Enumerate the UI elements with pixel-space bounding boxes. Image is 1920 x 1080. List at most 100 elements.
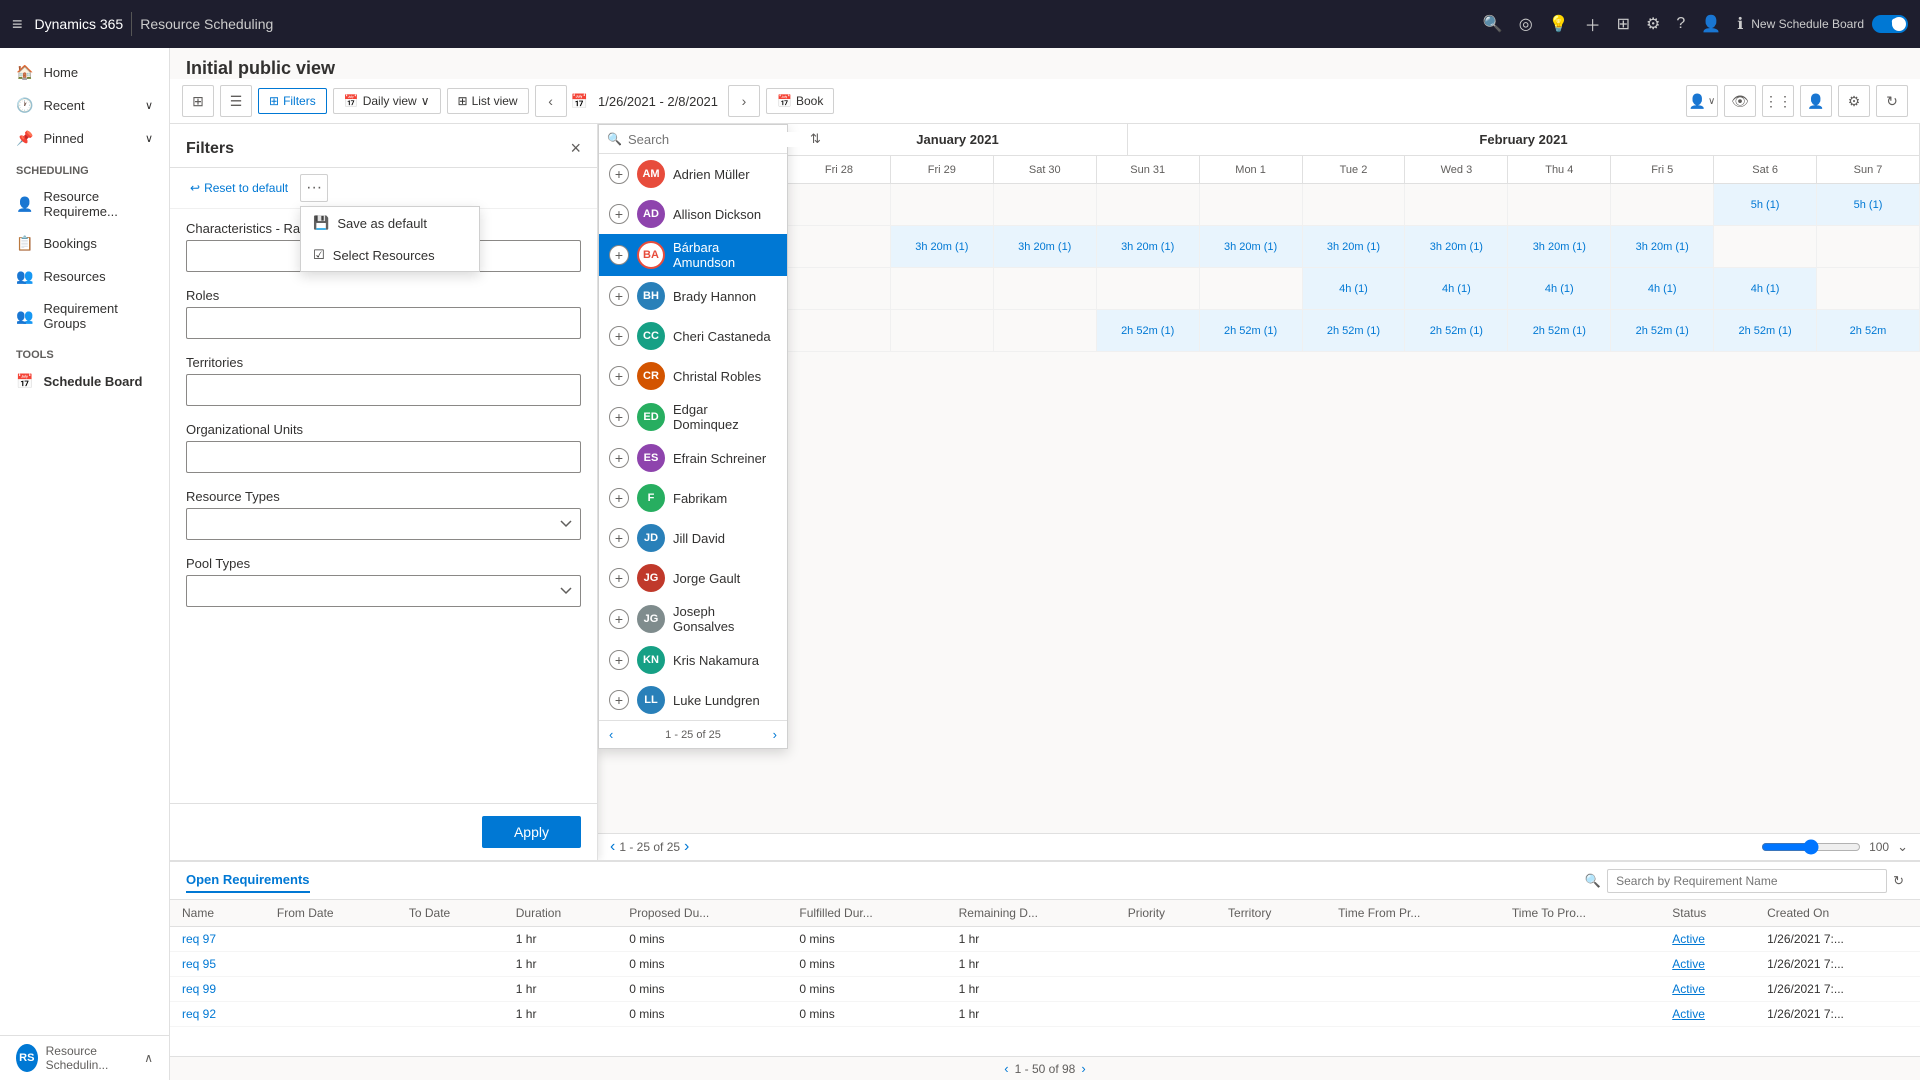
expand-icon[interactable]: ⌄ <box>1897 839 1908 855</box>
grid-cell[interactable]: 2h 52m (1) <box>1097 310 1200 351</box>
sidebar-item-requirement-groups[interactable]: 👥 Requirement Groups <box>0 293 169 339</box>
grid-cell[interactable]: 2h 52m (1) <box>1303 310 1406 351</box>
search-icon[interactable]: 🔍 <box>1483 14 1503 34</box>
req-refresh-icon[interactable]: ↻ <box>1893 873 1904 889</box>
grid-cell[interactable]: 3h 20m (1) <box>1200 226 1303 267</box>
org-units-input[interactable] <box>186 441 581 473</box>
resource-list-item[interactable]: +EDEdgar Dominquez <box>599 396 787 438</box>
sidebar-item-home[interactable]: 🏠 Home <box>0 56 169 89</box>
settings-icon-btn[interactable]: ⚙ <box>1838 85 1870 117</box>
resource-add-button[interactable]: + <box>609 407 629 427</box>
grid-cell[interactable]: 2h 52m (1) <box>1508 310 1611 351</box>
resource-icon-btn[interactable]: 👤 ∨ <box>1686 85 1718 117</box>
resource-list-item[interactable]: +CRChristal Robles <box>599 356 787 396</box>
resource-add-button[interactable]: + <box>609 164 629 184</box>
next-date-button[interactable]: › <box>728 85 760 117</box>
grid-cell[interactable]: 4h (1) <box>1303 268 1406 309</box>
refresh-icon-btn[interactable]: ↻ <box>1876 85 1908 117</box>
new-schedule-board-toggle[interactable]: ℹ New Schedule Board On <box>1737 14 1908 34</box>
territories-input[interactable] <box>186 374 581 406</box>
grid-cell[interactable]: 5h (1) <box>1817 184 1920 225</box>
resource-list-item[interactable]: +LLLuke Lundgren <box>599 680 787 720</box>
pool-types-select[interactable] <box>186 575 581 607</box>
resource-types-select[interactable] <box>186 508 581 540</box>
grid-cell[interactable]: 2h 52m <box>1817 310 1920 351</box>
grid-cell[interactable]: 2h 52m (1) <box>1200 310 1303 351</box>
select-resources-item[interactable]: ☑ Select Resources <box>301 239 479 271</box>
list-view-button[interactable]: ⊞ List view <box>447 88 529 114</box>
grid-cell[interactable]: 3h 20m (1) <box>994 226 1097 267</box>
resource-list-item[interactable]: +ESEfrain Schreiner <box>599 438 787 478</box>
req-prev-icon[interactable]: ‹ <box>1004 1061 1008 1076</box>
daily-view-button[interactable]: 📅 Daily view ∨ <box>333 88 441 114</box>
hamburger-icon[interactable]: ≡ <box>12 14 23 35</box>
eye-icon-btn[interactable]: 👁 <box>1724 85 1756 117</box>
resource-add-button[interactable]: + <box>609 690 629 710</box>
req-next-icon[interactable]: › <box>1081 1061 1085 1076</box>
resource-add-button[interactable]: + <box>609 609 629 629</box>
resource-add-button[interactable]: + <box>609 488 629 508</box>
sidebar-item-resources[interactable]: 👥 Resources <box>0 260 169 293</box>
grid-cell[interactable]: 2h 52m (1) <box>1611 310 1714 351</box>
grid-cell[interactable]: 3h 20m (1) <box>1611 226 1714 267</box>
sidebar-item-recent[interactable]: 🕐 Recent ∨ <box>0 89 169 122</box>
settings-icon[interactable]: ⚙ <box>1646 14 1660 34</box>
sidebar-bottom-chevron-icon[interactable]: ∧ <box>144 1051 153 1065</box>
open-requirements-tab[interactable]: Open Requirements <box>186 868 310 893</box>
status-badge[interactable]: Active <box>1672 1007 1705 1021</box>
grid-cell[interactable]: 4h (1) <box>1405 268 1508 309</box>
grid-view-button[interactable]: ⊞ <box>182 85 214 117</box>
target-icon[interactable]: ◎ <box>1519 14 1533 34</box>
schedule-board-toggle-switch[interactable]: On <box>1872 15 1908 33</box>
grid-cell[interactable]: 5h (1) <box>1714 184 1817 225</box>
reset-to-default-button[interactable]: ↩ Reset to default <box>186 177 292 199</box>
sidebar-item-pinned[interactable]: 📌 Pinned ∨ <box>0 122 169 155</box>
resource-add-button[interactable]: + <box>609 528 629 548</box>
person-icon[interactable]: 👤 <box>1701 14 1721 34</box>
requirements-search-input[interactable] <box>1607 869 1887 893</box>
book-button[interactable]: 📅 Book <box>766 88 834 114</box>
sidebar-item-schedule-board[interactable]: 📅 Schedule Board <box>0 365 169 398</box>
prev-resource-page-icon[interactable]: ‹ <box>609 727 613 742</box>
sidebar-item-resource-requirements[interactable]: 👤 Resource Requireme... <box>0 181 169 227</box>
resource-list-item[interactable]: +KNKris Nakamura <box>599 640 787 680</box>
prev-date-button[interactable]: ‹ <box>535 85 567 117</box>
sidebar-item-bookings[interactable]: 📋 Bookings <box>0 227 169 260</box>
list-view-toggle-button[interactable]: ☰ <box>220 85 252 117</box>
resource-list-item[interactable]: +BHBrady Hannon <box>599 276 787 316</box>
resource-search-input[interactable] <box>628 132 804 147</box>
apply-button[interactable]: Apply <box>482 816 581 848</box>
requirement-link[interactable]: req 99 <box>182 982 216 996</box>
filter-icon[interactable]: ⊞ <box>1617 14 1630 34</box>
resource-list-item[interactable]: +ADAllison Dickson <box>599 194 787 234</box>
resource-list-item[interactable]: +JGJoseph Gonsalves <box>599 598 787 640</box>
resource-list-item[interactable]: +BABárbara Amundson <box>599 234 787 276</box>
requirement-link[interactable]: req 97 <box>182 932 216 946</box>
grid-cell[interactable]: 3h 20m (1) <box>1405 226 1508 267</box>
resource-add-button[interactable]: + <box>609 286 629 306</box>
resource-list-item[interactable]: +FFabrikam <box>599 478 787 518</box>
resource-add-button[interactable]: + <box>609 366 629 386</box>
requirement-link[interactable]: req 92 <box>182 1007 216 1021</box>
resource-list-item[interactable]: +JGJorge Gault <box>599 558 787 598</box>
grid-cell[interactable]: 2h 52m (1) <box>1714 310 1817 351</box>
grid-cell[interactable]: 3h 20m (1) <box>891 226 994 267</box>
sort-icon[interactable]: ⇅ <box>810 131 821 147</box>
prev-page-icon[interactable]: ‹ <box>610 838 615 856</box>
help-icon[interactable]: ? <box>1676 15 1685 33</box>
grid-cell[interactable]: 2h 52m (1) <box>1405 310 1508 351</box>
roles-input[interactable] <box>186 307 581 339</box>
next-page-icon[interactable]: › <box>684 838 689 856</box>
grid-cell[interactable]: 4h (1) <box>1714 268 1817 309</box>
lightbulb-icon[interactable]: 💡 <box>1549 14 1569 34</box>
resource-add-button[interactable]: + <box>609 204 629 224</box>
status-badge[interactable]: Active <box>1672 932 1705 946</box>
grid-cell[interactable]: 3h 20m (1) <box>1303 226 1406 267</box>
save-as-default-item[interactable]: 💾 Save as default <box>301 207 479 239</box>
columns-icon-btn[interactable]: ⋮⋮ <box>1762 85 1794 117</box>
more-options-button[interactable]: ··· <box>300 174 328 202</box>
resource-add-button[interactable]: + <box>609 568 629 588</box>
resource-list-item[interactable]: +AMAdrien Müller <box>599 154 787 194</box>
grid-cell[interactable]: 4h (1) <box>1611 268 1714 309</box>
resource-add-button[interactable]: + <box>609 326 629 346</box>
